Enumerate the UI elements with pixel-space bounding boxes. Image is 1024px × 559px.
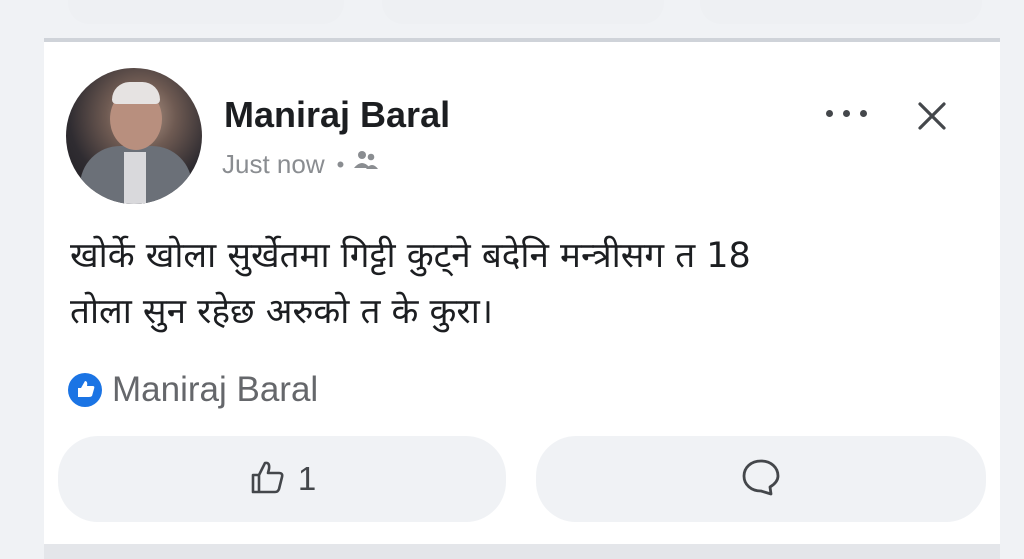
like-badge-icon: [68, 373, 102, 407]
comment-icon: [739, 455, 783, 504]
previous-post-button[interactable]: [382, 0, 664, 24]
like-button[interactable]: 1: [58, 436, 506, 522]
avatar[interactable]: [66, 68, 202, 204]
like-count: 1: [297, 460, 317, 497]
more-options-icon[interactable]: [822, 98, 878, 128]
post-timestamp[interactable]: Just now: [222, 149, 325, 180]
post-text: खोर्के खोला सुर्खेतमा गिट्टी कुट्ने बदेन…: [70, 228, 970, 340]
previous-post-button[interactable]: [700, 0, 982, 24]
friends-icon: [352, 148, 380, 181]
feed-separator: [44, 544, 1000, 559]
close-icon[interactable]: [912, 96, 952, 136]
post-text-line: खोर्के खोला सुर्खेतमा गिट्टी कुट्ने बदेन…: [70, 236, 751, 276]
reactor-name: Maniraj Baral: [112, 370, 319, 409]
thumbs-up-icon: [248, 457, 288, 502]
post-meta: Just now •: [222, 148, 380, 181]
comment-button[interactable]: [536, 436, 986, 522]
reaction-summary[interactable]: Maniraj Baral: [68, 370, 318, 410]
post-text-line: तोला सुन रहेछ अरुको त के कुरा।: [70, 292, 494, 332]
author-name[interactable]: Maniraj Baral: [224, 94, 450, 136]
meta-separator: •: [336, 151, 345, 177]
previous-post-button[interactable]: [68, 0, 344, 24]
